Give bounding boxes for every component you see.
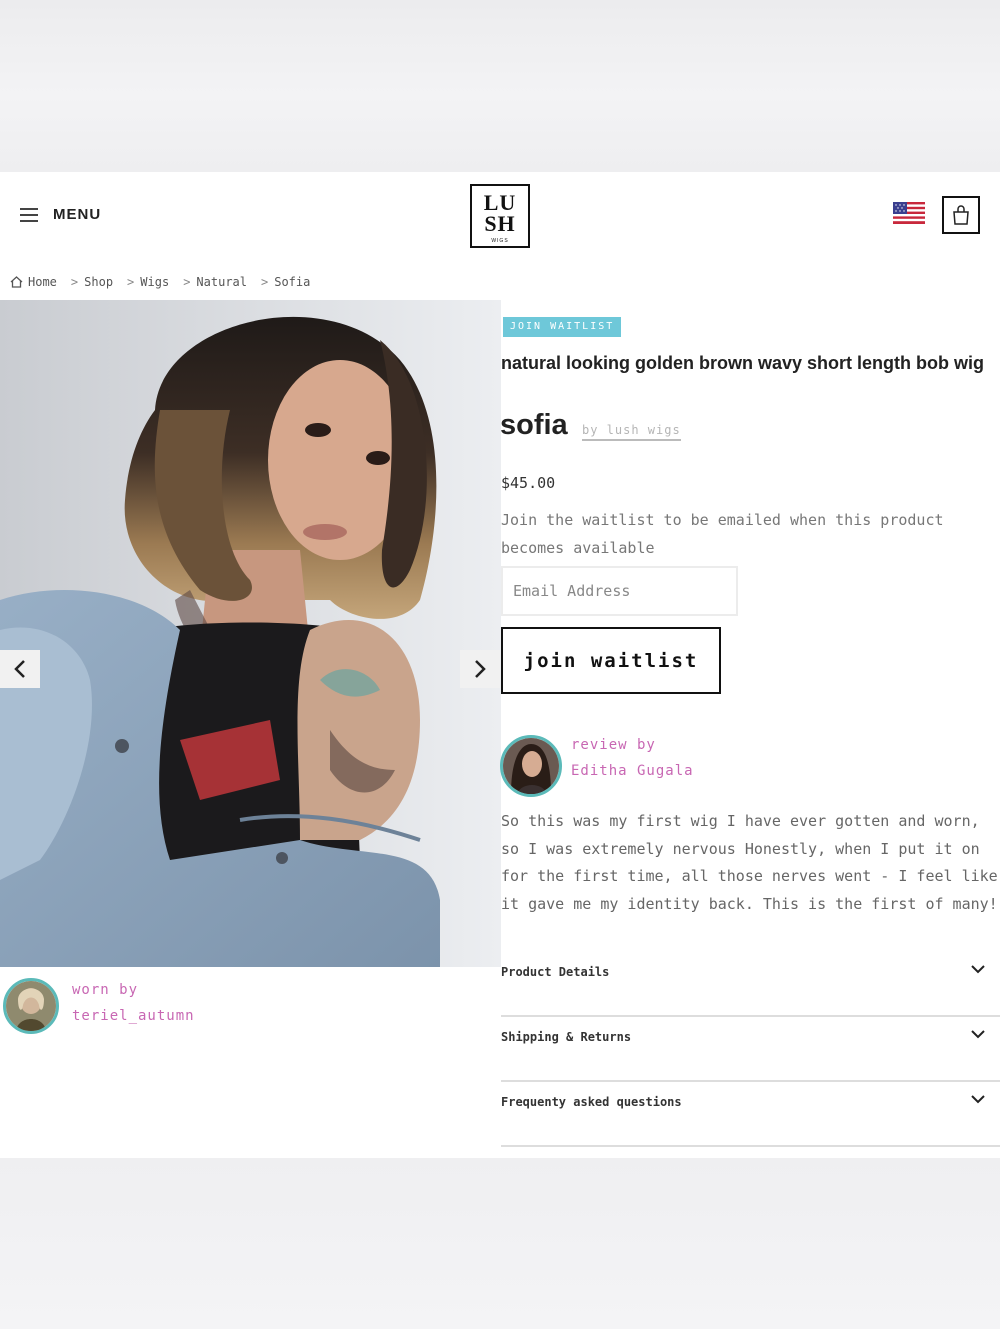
chevron-left-icon — [14, 660, 25, 678]
product-subtitle: natural looking golden brown wavy short … — [501, 353, 985, 373]
product-image-gallery[interactable] — [0, 300, 501, 967]
accordion-label: Frequenty asked questions — [501, 1095, 682, 1109]
chevron-right-icon — [475, 660, 486, 678]
gallery-next-button[interactable] — [460, 650, 500, 688]
product-price: $45.00 — [501, 474, 556, 492]
worn-by[interactable]: worn by teriel_autumn — [3, 978, 195, 1034]
waitlist-note: Join the waitlist to be emailed when thi… — [501, 511, 944, 557]
breadcrumb-separator: > — [183, 275, 191, 289]
brand-byline[interactable]: by lush wigs — [582, 423, 681, 441]
avatar-image — [6, 981, 56, 1031]
breadcrumb-wigs[interactable]: Wigs — [140, 275, 169, 289]
chevron-down-icon — [971, 1095, 985, 1104]
backdrop-top — [0, 0, 1000, 172]
hamburger-icon — [20, 207, 38, 222]
breadcrumb-separator: > — [261, 275, 269, 289]
breadcrumb-separator: > — [70, 275, 79, 289]
home-icon[interactable] — [10, 276, 23, 288]
backdrop-bottom — [0, 1158, 1000, 1329]
join-waitlist-button[interactable]: join waitlist — [501, 627, 721, 694]
review-label: review by — [571, 737, 656, 753]
shopping-bag-icon — [953, 205, 969, 225]
breadcrumb: Home > Shop > Wigs > Natural > Sofia — [10, 275, 310, 289]
accordion-label: Product Details — [501, 965, 610, 979]
accordion-faq[interactable]: Frequenty asked questions — [501, 1083, 1000, 1147]
worn-by-name[interactable]: teriel_autumn — [72, 1003, 195, 1029]
breadcrumb-shop[interactable]: Shop — [84, 275, 113, 289]
cart-button[interactable] — [942, 196, 980, 234]
product-page: MENU LU SH WIGS Home > Shop > Wigs > Nat… — [0, 172, 1000, 1158]
product-photo — [0, 300, 501, 967]
accordion-label: Shipping & Returns — [501, 1030, 632, 1044]
accordion-shipping-returns[interactable]: Shipping & Returns — [501, 1018, 1000, 1082]
menu-button[interactable]: MENU — [20, 206, 101, 223]
join-waitlist-badge: JOIN WAITLIST — [503, 317, 622, 337]
chevron-down-icon — [971, 1030, 985, 1039]
brand-logo[interactable]: LU SH WIGS — [470, 184, 530, 248]
gallery-prev-button[interactable] — [0, 650, 40, 688]
reviewer-name[interactable]: Editha Gugala — [571, 758, 694, 784]
avatar-image — [503, 738, 559, 794]
breadcrumb-separator: > — [127, 275, 135, 289]
breadcrumb-home[interactable]: Home — [28, 275, 57, 289]
avatar[interactable] — [3, 978, 59, 1034]
email-field[interactable] — [501, 566, 738, 616]
logo-subtext: WIGS — [491, 238, 509, 244]
worn-by-label: worn by — [72, 982, 139, 998]
breadcrumb-sofia: Sofia — [274, 275, 311, 289]
product-title: sofia — [500, 409, 568, 441]
avatar[interactable] — [500, 735, 562, 797]
menu-label: MENU — [53, 206, 102, 223]
logo-line-2: SH — [484, 211, 516, 236]
us-flag-icon[interactable] — [893, 202, 925, 224]
logo-line-1: LU — [483, 190, 517, 215]
chevron-down-icon — [971, 965, 985, 974]
accordion-product-details[interactable]: Product Details — [501, 953, 1000, 1017]
review-text: So this was my first wig I have ever got… — [501, 812, 998, 913]
breadcrumb-natural[interactable]: Natural — [196, 275, 247, 289]
review-author[interactable]: review by Editha Gugala — [500, 735, 694, 797]
